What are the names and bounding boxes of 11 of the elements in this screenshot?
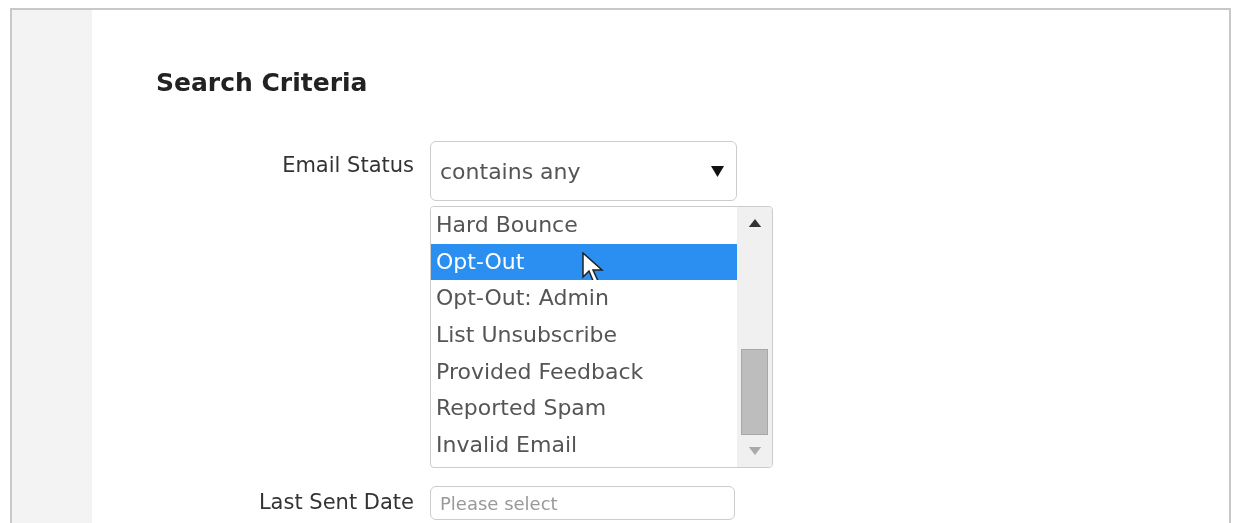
field-label: Email Status — [281, 152, 414, 179]
status-listbox[interactable]: Hard Bounce Opt-Out Opt-Out: Admin List Unsubscribe Provided Feedback Reported Spam Invalid Email — [430, 206, 773, 468]
operator-dropdown[interactable]: contains any — [430, 141, 737, 201]
scroll-down-icon[interactable] — [747, 447, 762, 455]
field-label: Last Sent Date — [257, 489, 414, 516]
scroll-up-icon[interactable] — [747, 219, 762, 227]
scrollbar[interactable] — [737, 207, 772, 467]
scrollbar-thumb[interactable] — [741, 348, 768, 436]
caret-icon — [711, 165, 724, 177]
section-heading: Search Criteria — [156, 68, 369, 97]
date-field[interactable]: Please select — [430, 486, 735, 520]
